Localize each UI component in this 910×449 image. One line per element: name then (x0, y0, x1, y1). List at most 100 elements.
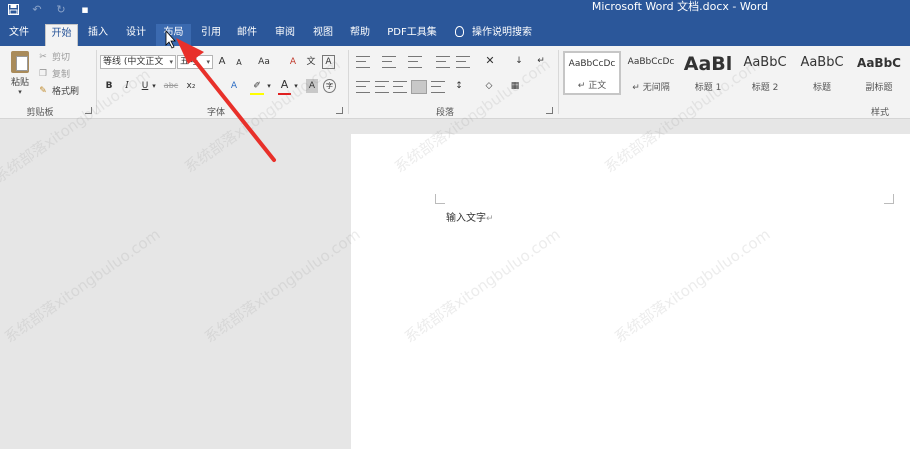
text-effects-button[interactable]: A (228, 79, 240, 93)
tell-me-search[interactable]: 操作说明搜索 (455, 24, 545, 46)
clipboard-icon (11, 51, 29, 73)
style-heading-2[interactable]: AaBbC 标题 2 (736, 51, 794, 95)
format-painter-label: 格式刷 (52, 87, 80, 97)
font-name-value: 等线 (中文正文 (103, 57, 164, 67)
document-canvas[interactable]: 输入文字↵ (0, 119, 910, 449)
paste-dropdown-icon[interactable]: ▾ (6, 88, 34, 96)
style-name: 标题 (812, 83, 831, 93)
underline-dropdown-icon[interactable]: ▾ (151, 79, 157, 93)
highlight-dropdown-icon[interactable]: ▾ (266, 79, 272, 93)
multilevel-list-button[interactable] (408, 56, 422, 68)
sort-button[interactable]: ↓ (512, 54, 526, 68)
align-left-button[interactable] (356, 81, 370, 93)
copy-icon: ❐ (38, 68, 48, 79)
justify-button[interactable] (411, 80, 427, 94)
style-heading-1[interactable]: AaBl 标题 1 (679, 51, 737, 95)
scissors-icon: ✂ (39, 51, 47, 62)
document-page[interactable]: 输入文字↵ (351, 134, 910, 449)
group-divider (558, 50, 559, 114)
ribbon: 粘贴 ▾ ✂ 剪切 ❐ 复制 ✎ 格式刷 剪贴板 等线 (中文正文 ▾ 五号 ▾ A A … (0, 46, 910, 119)
borders-button[interactable]: ▦ (507, 79, 523, 93)
subscript-icon: x₂ (186, 81, 196, 91)
enclose-char-button[interactable]: 字 (323, 79, 336, 93)
tab-insert[interactable]: 插入 (83, 24, 113, 46)
font-launcher-icon[interactable] (336, 107, 343, 114)
change-case-button[interactable]: Aa (255, 55, 273, 69)
char-shading-button[interactable]: A (306, 79, 318, 93)
subscript-button[interactable]: x₂ (184, 79, 198, 93)
tab-design[interactable]: 设计 (121, 24, 151, 46)
font-color-icon: A (280, 78, 289, 91)
strikethrough-button[interactable]: abc (162, 79, 180, 93)
numbering-button[interactable] (382, 56, 396, 68)
paragraph-mark: ↵ (486, 214, 494, 224)
font-color-button[interactable]: A (278, 78, 291, 92)
copy-button[interactable]: ❐ 复制 (38, 67, 71, 81)
highlight-button[interactable]: ✐ (250, 79, 264, 93)
font-name-combo[interactable]: 等线 (中文正文 ▾ (100, 55, 176, 69)
show-marks-button[interactable]: ↵ (534, 54, 548, 68)
window-title: Microsoft Word 文档.docx - Word (591, 0, 769, 13)
tab-home[interactable]: 开始 (45, 24, 78, 46)
tab-file[interactable]: 文件 (4, 24, 34, 46)
paragraph-launcher-icon[interactable] (546, 107, 553, 114)
increase-indent-button[interactable] (456, 56, 470, 68)
redo-icon[interactable]: ↻ (54, 2, 68, 16)
ribbon-tab-row: 文件 开始 插入 设计 布局 引用 邮件 审阅 视图 帮助 PDF工具集 操作说… (0, 20, 910, 46)
bold-button[interactable]: B (103, 79, 115, 93)
align-right-button[interactable] (393, 81, 407, 93)
document-body-text[interactable]: 输入文字↵ (446, 209, 494, 224)
tab-view[interactable]: 视图 (308, 24, 338, 46)
font-size-combo[interactable]: 五号 ▾ (177, 55, 213, 69)
customize-qat-icon[interactable]: ▪ (78, 2, 92, 16)
undo-icon[interactable]: ↶ (30, 2, 44, 16)
cut-button[interactable]: ✂ 剪切 (38, 50, 71, 64)
distributed-button[interactable] (431, 81, 445, 93)
enclose-char-icon: 字 (326, 82, 333, 90)
copy-label: 复制 (52, 70, 71, 80)
style-no-spacing[interactable]: AaBbCcDc ↵ 无间隔 (622, 51, 680, 95)
styles-group-label: 样式 (870, 108, 889, 118)
italic-button[interactable]: I (121, 79, 133, 93)
chevron-down-icon: ▾ (206, 58, 210, 66)
style-subtitle[interactable]: AaBbC 副标题 (850, 51, 908, 95)
align-center-button[interactable] (375, 81, 389, 93)
shrink-font-icon: A (236, 58, 242, 67)
cut-label: 剪切 (52, 53, 71, 63)
chinese-layout-button[interactable]: ✕ (482, 54, 498, 68)
clear-format-button[interactable]: A (287, 55, 299, 69)
paste-label: 粘贴 (10, 78, 29, 88)
line-spacing-button[interactable]: ↕ (451, 79, 467, 93)
grow-font-button[interactable]: A (216, 55, 228, 69)
style-normal[interactable]: AaBbCcDc ↵ 正文 (563, 51, 621, 95)
tab-pdf-tools[interactable]: PDF工具集 (383, 24, 441, 46)
italic-icon: I (125, 81, 129, 91)
tab-layout[interactable]: 布局 (156, 24, 191, 46)
tab-help[interactable]: 帮助 (345, 24, 375, 46)
font-color-dropdown-icon[interactable]: ▾ (293, 79, 299, 93)
phonetic-guide-icon: 文 (306, 57, 316, 67)
tab-references[interactable]: 引用 (196, 24, 226, 46)
shrink-font-button[interactable]: A (233, 56, 245, 70)
char-border-button[interactable]: A (322, 55, 335, 69)
highlight-color-swatch (250, 93, 264, 95)
font-color-swatch (278, 93, 291, 95)
style-name: 标题 1 (694, 83, 722, 93)
clipboard-launcher-icon[interactable] (85, 107, 92, 114)
style-sample: AaBbC (800, 55, 844, 70)
tab-review[interactable]: 审阅 (270, 24, 300, 46)
bullets-button[interactable] (356, 56, 370, 68)
format-painter-button[interactable]: ✎ 格式刷 (38, 84, 80, 98)
tab-mailings[interactable]: 邮件 (232, 24, 262, 46)
shading-button[interactable]: ◇ (481, 79, 497, 93)
phonetic-guide-button[interactable]: 文 (305, 55, 317, 69)
decrease-indent-button[interactable] (436, 56, 450, 68)
save-icon[interactable] (6, 2, 20, 16)
style-name: 副标题 (865, 83, 893, 93)
grow-font-icon: A (218, 56, 226, 67)
margin-mark-top-left (435, 194, 445, 204)
underline-icon: U (141, 81, 149, 91)
paste-button[interactable]: 粘贴 ▾ (6, 49, 34, 96)
underline-button[interactable]: U (139, 79, 151, 93)
style-title[interactable]: AaBbC 标题 (793, 51, 851, 95)
